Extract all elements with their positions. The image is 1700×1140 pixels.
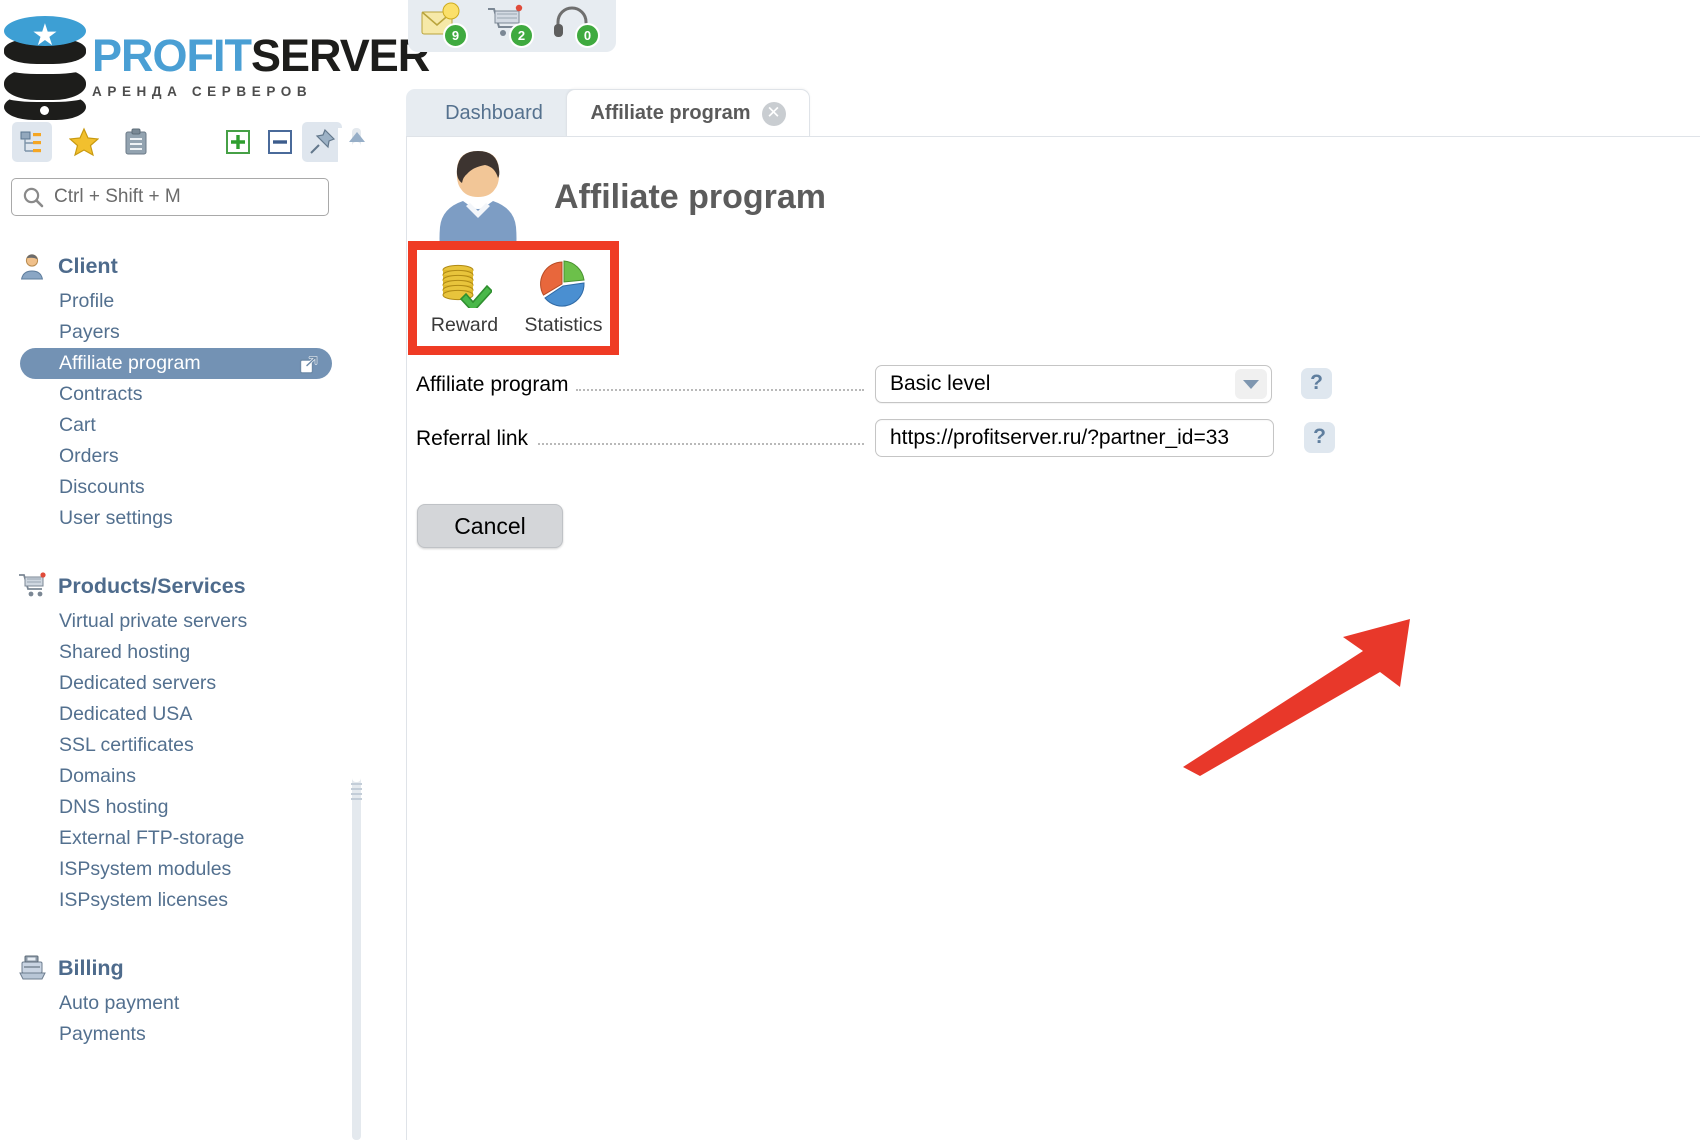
page-header: Affiliate program — [432, 145, 826, 249]
form-row-affiliate-program: Affiliate program Basic level ? — [416, 365, 1416, 419]
reward-button[interactable]: Reward — [427, 259, 503, 337]
open-external-icon[interactable] — [299, 354, 318, 374]
sidebar-item-virtual-private-servers[interactable]: Virtual private servers — [20, 606, 332, 637]
sidebar-group-label: Billing — [58, 955, 124, 980]
sidebar-item-dns-hosting[interactable]: DNS hosting — [20, 792, 332, 823]
field-label: Referral link — [416, 427, 529, 450]
pie-chart-icon — [525, 259, 601, 309]
affiliate-form: Affiliate program Basic level ? Referral… — [416, 365, 1416, 473]
help-button[interactable]: ? — [1301, 368, 1332, 399]
pin-icon[interactable] — [302, 122, 342, 162]
clipboard-icon[interactable] — [116, 122, 156, 162]
cancel-button[interactable]: Cancel — [417, 504, 563, 548]
star-icon: ★ — [31, 19, 59, 52]
messages-icon[interactable]: 9 — [420, 2, 468, 48]
sidebar: ★ PROFITSERVER АРЕНДА СЕРВЕРОВ Ctrl + Sh… — [0, 0, 430, 1140]
brand-name-part2: SERVER — [251, 30, 430, 81]
sidebar-item-label: Affiliate program — [59, 352, 201, 374]
sidebar-item-dedicated-usa[interactable]: Dedicated USA — [20, 699, 332, 730]
support-headset-icon[interactable]: 0 — [552, 2, 600, 48]
brand-name-part1: PROFIT — [92, 30, 252, 81]
form-row-referral-link: Referral link https://profitserver.ru/?p… — [416, 419, 1416, 473]
sidebar-group-label: Products/Services — [58, 573, 246, 598]
favorites-star-icon[interactable] — [64, 122, 104, 162]
sidebar-item-orders[interactable]: Orders — [20, 441, 332, 472]
page-action-buttons: Reward Statistics — [408, 241, 619, 355]
search-icon — [23, 187, 44, 208]
select-value: Basic level — [890, 372, 991, 395]
affiliate-program-select[interactable]: Basic level — [875, 365, 1272, 403]
dotted-leader — [538, 443, 864, 445]
tree-view-icon[interactable] — [12, 122, 52, 162]
brand-tagline: АРЕНДА СЕРВЕРОВ — [92, 84, 313, 99]
avatar — [432, 145, 524, 249]
collapse-all-icon[interactable] — [260, 122, 300, 162]
cash-register-icon — [18, 954, 48, 982]
sidebar-splitter[interactable] — [338, 128, 372, 1140]
sidebar-item-ispsystem-modules[interactable]: ISPsystem modules — [20, 854, 332, 885]
action-label: Reward — [430, 314, 499, 336]
badge-count: 2 — [509, 23, 534, 48]
sidebar-group-billing[interactable]: Billing — [0, 948, 340, 988]
close-icon[interactable]: ✕ — [761, 101, 786, 126]
red-arrow-annotation — [1167, 607, 1427, 777]
statistics-button[interactable]: Statistics — [524, 259, 603, 337]
help-button[interactable]: ? — [1304, 422, 1335, 453]
sidebar-item-profile[interactable]: Profile — [20, 286, 332, 317]
sidebar-group-products-services[interactable]: Products/Services — [0, 566, 340, 606]
brand-wordmark: PROFITSERVER АРЕНДА СЕРВЕРОВ — [92, 30, 430, 100]
tab-dashboard[interactable]: Dashboard — [406, 89, 582, 137]
sidebar-item-cart[interactable]: Cart — [20, 410, 332, 441]
dotted-leader — [576, 389, 864, 391]
tab-affiliate-program[interactable]: Affiliate program ✕ — [566, 89, 810, 137]
coins-check-icon — [427, 259, 503, 309]
main-panel: Affiliate program Reward Statistics Affi… — [406, 136, 1700, 1140]
tab-label: Affiliate program — [590, 102, 751, 124]
search-placeholder: Ctrl + Shift + M — [54, 186, 181, 207]
sidebar-item-discounts[interactable]: Discounts — [20, 472, 332, 503]
sidebar-navigation: Client Profile Payers Affiliate program … — [0, 240, 340, 1050]
search-input[interactable]: Ctrl + Shift + M — [11, 178, 329, 216]
notification-toolbar: 9 2 0 — [408, 0, 616, 52]
sidebar-group-label: Client — [58, 253, 118, 278]
tab-label: Dashboard — [445, 101, 543, 124]
sidebar-item-shared-hosting[interactable]: Shared hosting — [20, 637, 332, 668]
brand-logo: ★ PROFITSERVER АРЕНДА СЕРВЕРОВ — [4, 14, 430, 120]
user-icon — [18, 252, 48, 280]
sidebar-group-client[interactable]: Client — [0, 246, 340, 286]
sidebar-item-payments[interactable]: Payments — [20, 1019, 332, 1050]
sidebar-item-domains[interactable]: Domains — [20, 761, 332, 792]
cart-icon[interactable]: 2 — [486, 2, 534, 48]
sidebar-toolbar — [12, 122, 352, 166]
action-label: Statistics — [524, 314, 603, 336]
chevron-down-icon[interactable] — [1235, 369, 1267, 399]
sidebar-item-external-ftp-storage[interactable]: External FTP-storage — [20, 823, 332, 854]
field-label: Affiliate program — [416, 373, 569, 396]
page-title: Affiliate program — [554, 177, 827, 216]
input-value: https://profitserver.ru/?partner_id=33 — [890, 426, 1230, 449]
sidebar-scrollbar-thumb[interactable] — [352, 142, 361, 782]
badge-count: 9 — [443, 23, 468, 48]
splitter-grip-icon[interactable] — [351, 783, 362, 805]
sidebar-item-dedicated-servers[interactable]: Dedicated servers — [20, 668, 332, 699]
sidebar-item-user-settings[interactable]: User settings — [20, 503, 332, 534]
referral-link-input[interactable]: https://profitserver.ru/?partner_id=33 — [875, 419, 1274, 457]
sidebar-item-affiliate-program[interactable]: Affiliate program — [20, 348, 332, 379]
scroll-up-arrow-icon[interactable] — [347, 130, 367, 144]
sidebar-item-ssl-certificates[interactable]: SSL certificates — [20, 730, 332, 761]
sidebar-item-payers[interactable]: Payers — [20, 317, 332, 348]
sidebar-item-contracts[interactable]: Contracts — [20, 379, 332, 410]
expand-all-icon[interactable] — [218, 122, 258, 162]
sidebar-item-auto-payment[interactable]: Auto payment — [20, 988, 332, 1019]
cart-icon — [18, 572, 48, 600]
badge-count: 0 — [575, 23, 600, 48]
server-stack-logo-icon: ★ — [4, 14, 86, 120]
application-window: ★ PROFITSERVER АРЕНДА СЕРВЕРОВ Ctrl + Sh… — [0, 0, 1700, 1140]
sidebar-item-ispsystem-licenses[interactable]: ISPsystem licenses — [20, 885, 332, 916]
